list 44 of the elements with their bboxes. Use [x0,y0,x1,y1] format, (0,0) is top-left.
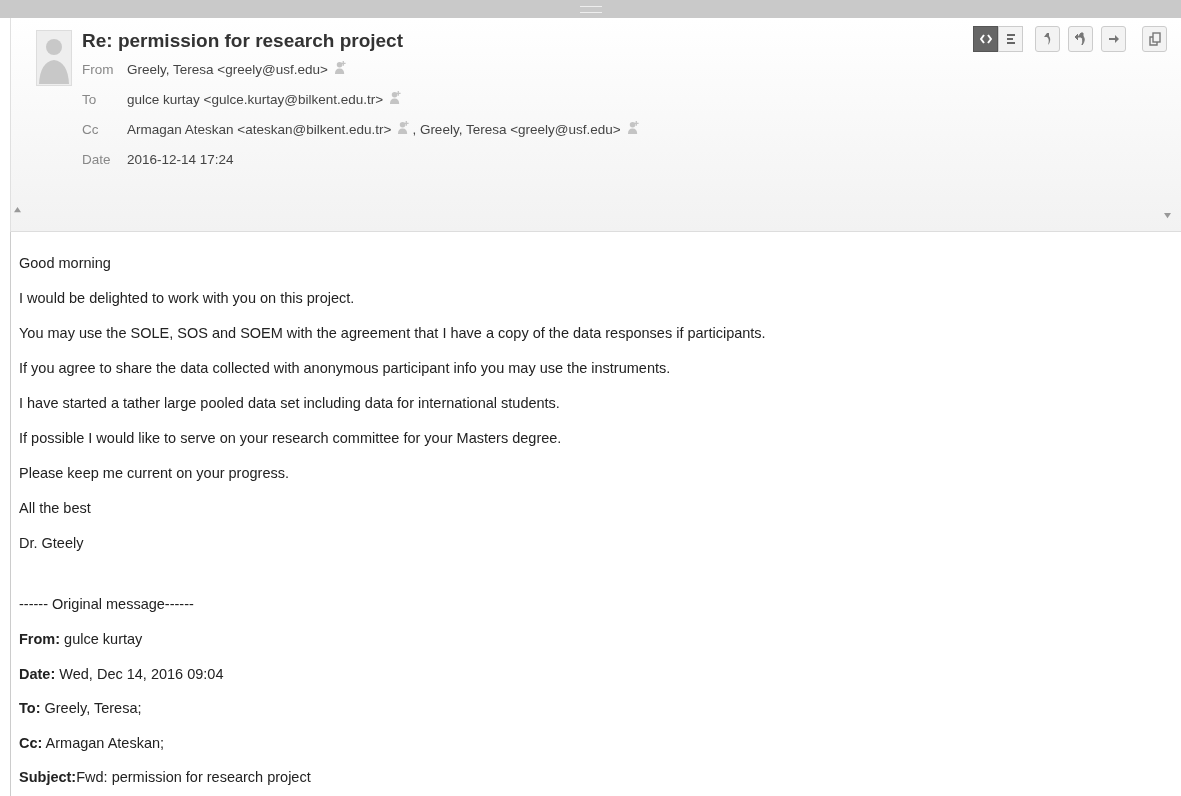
recipient-address[interactable]: Armagan Ateskan <ateskan@bilkent.edu.tr> [127,121,392,137]
message-line: If possible I would like to serve on your research committee for your Masters degree. [19,429,563,448]
quoted-header-line: From: gulce kurtay [19,630,144,649]
field-label: To [82,91,98,107]
quoted-header-line: Cc: Armagan Ateskan; [19,733,166,753]
arrow-right-icon [1107,33,1120,45]
recipient-address[interactable]: gulce kurtay <gulce.kurtay@bilkent.edu.tr> [127,91,384,107]
message-line: You may use the SOLE, SOS and SOEM with the agreement that I have a copy of the data responses if participants. [19,324,767,343]
add-contact-icon[interactable] [333,59,347,75]
message-line: If you agree to share the data collected with anonymous participant info you may use the instruments. [19,359,672,378]
expand-arrow-icon[interactable] [1164,212,1171,219]
original-message-divider: ------ Original message------ [19,595,195,614]
add-contact-icon[interactable] [389,89,403,105]
message-line: Good morning [19,254,112,273]
copy-window-icon [1148,32,1161,46]
field-label: Cc [82,121,100,137]
reply-button[interactable] [1035,26,1060,52]
reply-all-button[interactable] [1068,26,1093,52]
recipient-address[interactable]: Greely, Teresa <greely@usf.edu> [127,61,328,77]
quoted-header-line: Date: Wed, Dec 14, 2016 09:04 [19,664,225,684]
field-value: 2016-12-14 17:24 [127,151,234,167]
avatar-icon [36,30,72,86]
forward-button[interactable] [1101,26,1126,52]
popout-button[interactable] [1142,26,1167,52]
collapse-arrow-icon[interactable] [14,206,21,213]
html-view-button[interactable] [973,26,998,52]
message-line: I would be delighted to work with you on this project. [19,289,356,308]
recipient-address[interactable]: , Greely, Teresa <greely@usf.edu> [412,121,621,137]
add-contact-icon[interactable] [626,119,640,135]
quoted-header-line: Subject:Fwd: permission for research project [19,768,312,787]
message-line: Dr. Gteely [19,534,85,553]
field-label: Date [82,151,112,167]
reply-all-icon [1073,32,1088,46]
field-label: From [82,61,115,77]
text-lines-icon [1004,33,1017,45]
add-contact-icon[interactable] [397,119,411,135]
message-line: I have started a tather large pooled data set including data for international students. [19,394,561,413]
resize-handle[interactable] [579,5,602,13]
message-line: Please keep me current on your progress. [19,464,290,483]
message-subject: Re: permission for research project [82,30,404,52]
code-icon [979,33,992,45]
plain-text-button[interactable] [998,26,1023,52]
quoted-header-line: To: Greely, Teresa; [19,699,143,718]
message-line: All the best [19,499,92,518]
